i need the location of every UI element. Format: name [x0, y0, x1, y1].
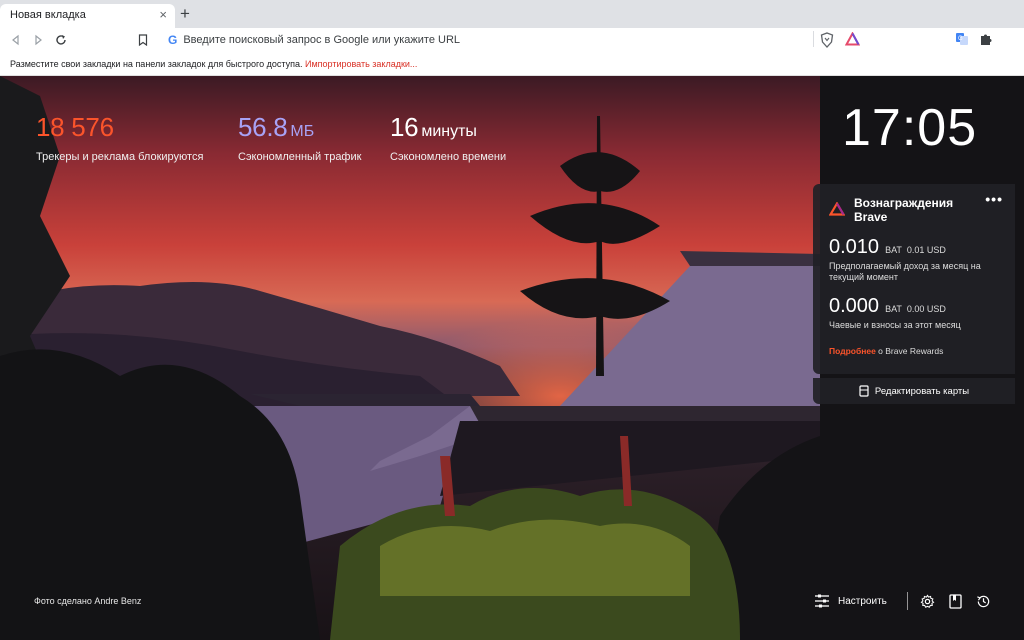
history-icon	[977, 595, 990, 607]
bookmarks-bar: Разместите свои закладки на панели закла…	[0, 53, 1024, 76]
bandwidth-saved-label: Сэкономленный трафик	[238, 151, 362, 163]
stat-trackers: 18 576 Трекеры и реклама блокируются	[36, 112, 203, 163]
brave-rewards-icon	[844, 31, 861, 46]
tab-title: Новая вкладка	[10, 9, 86, 21]
rewards-estimated: 0.010 BAT 0.01 USD Предполагаемый доход за…	[829, 236, 1009, 283]
extensions-button[interactable]	[979, 32, 993, 51]
back-button[interactable]	[6, 30, 26, 50]
time-saved-value: 16	[390, 112, 419, 142]
tips-description: Чаевые и взносы за этот месяц	[829, 320, 961, 330]
rewards-learn-more: Подробнее о Brave Rewards	[829, 346, 943, 356]
tips-amount: 0.000	[829, 295, 880, 317]
history-button[interactable]	[976, 593, 992, 609]
bandwidth-saved-unit: МБ	[290, 123, 315, 140]
translate-button[interactable]: G	[955, 32, 969, 51]
stat-time: 16 минуты Сэкономлено времени	[390, 112, 506, 163]
trackers-blocked-value: 18 576	[36, 112, 114, 142]
brave-shields-button[interactable]	[820, 32, 834, 53]
url-divider	[813, 31, 814, 47]
photo-credit: Фото сделано Andre Benz	[34, 596, 142, 606]
customize-label: Настроить	[838, 595, 887, 607]
new-tab-page: 18 576 Трекеры и реклама блокируются 56.…	[0, 76, 1024, 640]
brave-rewards-logo-icon	[829, 202, 845, 216]
tab-new-tab[interactable]: Новая вкладка ×	[0, 4, 175, 28]
forward-icon	[35, 34, 42, 46]
estimated-description: Предполагаемый доход за месяц на текущий…	[829, 261, 981, 282]
toolbar: G G	[0, 28, 1024, 53]
google-icon: G	[168, 33, 178, 47]
edit-cards-button[interactable]: Редактировать карты	[813, 378, 1015, 404]
rewards-card: Вознаграждения Brave ••• 0.010 BAT 0.01 US…	[813, 184, 1015, 374]
time-saved-label: Сэкономлено времени	[390, 151, 507, 163]
bottom-toolbar: Настроить	[814, 590, 1004, 612]
rewards-title-line2: Brave	[854, 210, 888, 224]
stat-bandwidth: 56.8 МБ Сэкономленный трафик	[238, 112, 361, 163]
bookmarks-page-button[interactable]	[948, 593, 964, 609]
translate-icon: G	[956, 33, 968, 45]
rewards-title: Вознаграждения Brave	[854, 196, 974, 224]
learn-more-link[interactable]: Подробнее	[829, 346, 876, 356]
sliders-icon	[815, 594, 829, 608]
estimated-usd: 0.01 USD	[906, 245, 946, 255]
bandwidth-saved-value: 56.8	[238, 112, 288, 142]
svg-text:G: G	[958, 36, 963, 42]
customize-button[interactable]: Настроить	[814, 594, 887, 608]
tips-currency: BAT	[885, 304, 902, 314]
clock: 17:05	[842, 99, 978, 157]
reload-icon	[56, 35, 66, 45]
reload-button[interactable]	[51, 30, 71, 50]
bookmark-button[interactable]	[133, 30, 153, 50]
learn-more-rest: о Brave Rewards	[875, 346, 944, 356]
cards-icon	[859, 385, 869, 397]
brave-shield-icon	[820, 32, 834, 48]
settings-button[interactable]	[920, 593, 936, 609]
estimated-currency: BAT	[885, 245, 902, 255]
puzzle-icon	[981, 34, 992, 45]
rewards-menu-button[interactable]: •••	[985, 191, 1003, 207]
time-saved-unit: минуты	[421, 123, 477, 140]
trackers-blocked-label: Трекеры и реклама блокируются	[36, 151, 204, 163]
gear-icon	[920, 593, 935, 608]
url-input[interactable]	[183, 34, 804, 46]
back-icon	[12, 34, 19, 46]
close-tab-icon[interactable]: ×	[159, 7, 167, 22]
import-bookmarks-link[interactable]: Импортировать закладки...	[305, 59, 417, 69]
rewards-title-line1: Вознаграждения	[854, 196, 954, 210]
tab-strip: Новая вкладка × +	[0, 0, 1024, 28]
bookmarks-icon	[949, 593, 963, 609]
tips-usd: 0.00 USD	[906, 304, 946, 314]
rewards-tips: 0.000 BAT 0.00 USD Чаевые и взносы за этот…	[829, 295, 1009, 331]
estimated-amount: 0.010	[829, 236, 880, 258]
bottom-divider	[906, 592, 908, 610]
forward-button[interactable]	[28, 30, 48, 50]
bookmarks-hint: Разместите свои закладки на панели закла…	[10, 59, 305, 69]
new-tab-button[interactable]: +	[180, 4, 190, 24]
brave-rewards-button[interactable]	[844, 31, 861, 51]
address-bar[interactable]: G	[160, 29, 865, 51]
edit-cards-label: Редактировать карты	[874, 385, 970, 397]
bookmark-icon	[138, 34, 148, 46]
